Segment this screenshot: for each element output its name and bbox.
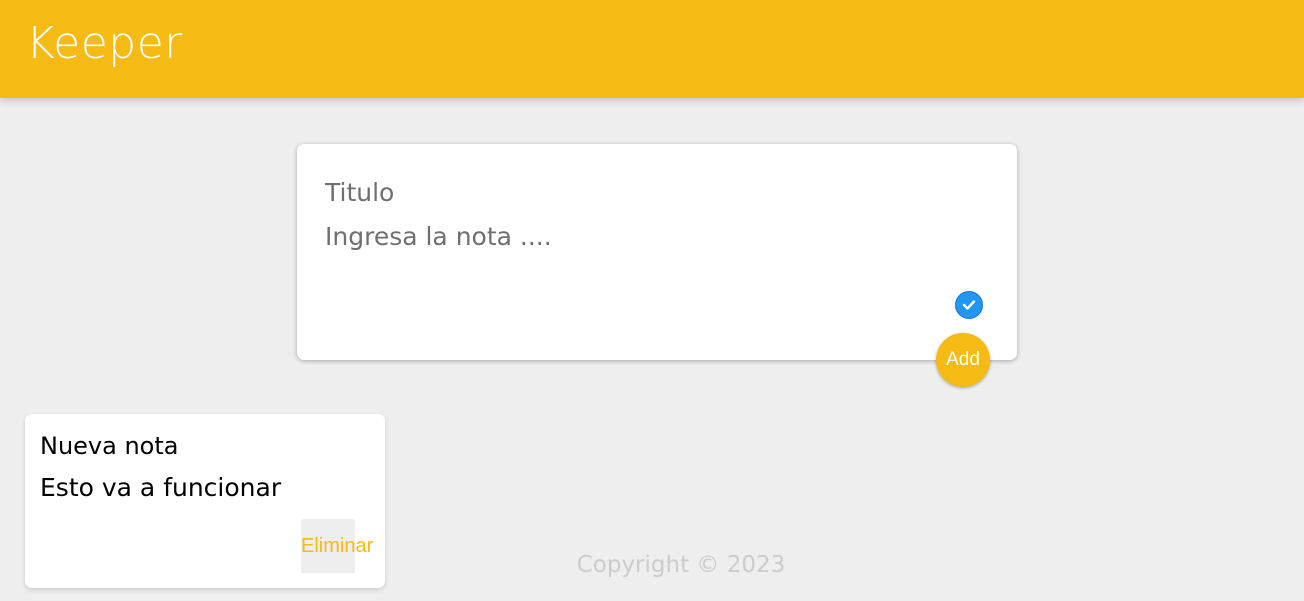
page-footer: Copyright © 2023 (0, 549, 1304, 581)
copyright-text: Copyright © 2023 (576, 552, 786, 578)
app-header: Keeper (0, 0, 1304, 98)
add-note-button[interactable]: Add (936, 333, 990, 387)
check-circle-icon (955, 291, 983, 319)
create-note-form (297, 144, 1017, 360)
note-content-input[interactable] (325, 222, 985, 258)
note-title: Nueva nota (40, 432, 179, 460)
note-content: Esto va a funcionar (40, 473, 282, 502)
app-logo: Keeper (26, 18, 183, 69)
note-title-input[interactable] (325, 174, 985, 210)
